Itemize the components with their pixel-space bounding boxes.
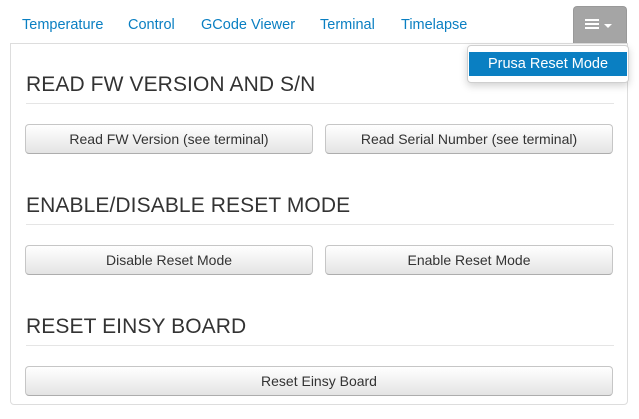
read-serial-number-button[interactable]: Read Serial Number (see terminal) xyxy=(325,124,613,154)
section-title-reset-einsy: RESET EINSY BOARD xyxy=(26,315,247,338)
more-tabs-dropdown-toggle[interactable] xyxy=(573,6,627,43)
caret-down-icon xyxy=(604,24,612,28)
tab-temperature[interactable]: Temperature xyxy=(22,16,103,34)
section-divider xyxy=(26,224,614,225)
tab-timelapse[interactable]: Timelapse xyxy=(401,16,467,34)
menu-item-prusa-reset-mode[interactable]: Prusa Reset Mode xyxy=(469,52,627,76)
disable-reset-mode-button[interactable]: Disable Reset Mode xyxy=(25,245,313,275)
section-divider xyxy=(26,103,614,104)
more-tabs-dropdown-menu: Prusa Reset Mode xyxy=(467,45,629,83)
enable-reset-mode-button[interactable]: Enable Reset Mode xyxy=(325,245,613,275)
tab-control[interactable]: Control xyxy=(128,16,175,34)
hamburger-menu-icon xyxy=(585,19,599,30)
tab-content-panel: READ FW VERSION AND S/N Read FW Version … xyxy=(10,43,628,405)
tab-bar: Temperature Control GCode Viewer Termina… xyxy=(0,0,639,44)
read-fw-version-button[interactable]: Read FW Version (see terminal) xyxy=(25,124,313,154)
section-divider xyxy=(26,345,614,346)
tab-terminal[interactable]: Terminal xyxy=(320,16,375,34)
section-title-fw-version: READ FW VERSION AND S/N xyxy=(26,73,316,96)
reset-einsy-board-button[interactable]: Reset Einsy Board xyxy=(25,366,613,396)
section-title-reset-mode: ENABLE/DISABLE RESET MODE xyxy=(26,194,351,217)
tab-gcode-viewer[interactable]: GCode Viewer xyxy=(201,16,295,34)
